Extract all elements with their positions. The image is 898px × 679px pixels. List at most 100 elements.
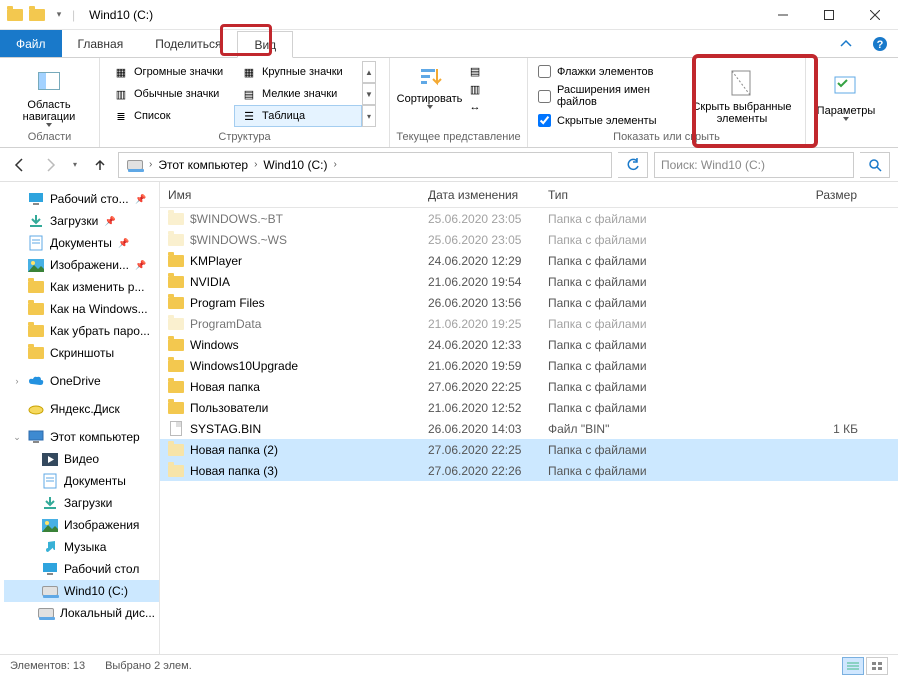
add-columns-button[interactable]: ▥ (467, 81, 521, 97)
file-row[interactable]: Новая папка27.06.2020 22:25Папка с файла… (160, 376, 898, 397)
file-row[interactable]: Program Files26.06.2020 13:56Папка с фай… (160, 292, 898, 313)
options-button[interactable]: Параметры (812, 61, 880, 131)
window-title: Wind10 (C:) (81, 8, 153, 22)
file-row[interactable]: ProgramData21.06.2020 19:25Папка с файла… (160, 313, 898, 334)
pics-icon (28, 257, 44, 273)
checkbox-file-extensions[interactable]: Расширения имен файлов (538, 84, 682, 108)
view-details-toggle[interactable] (842, 657, 864, 675)
fit-columns-icon: ↔ (467, 99, 483, 115)
view-huge-icons[interactable]: ▦Огромные значки (106, 61, 234, 83)
maximize-button[interactable] (806, 0, 852, 30)
tree-item[interactable]: Как на Windows... (4, 298, 159, 320)
tree-onedrive[interactable]: ›OneDrive (4, 370, 159, 392)
sort-button[interactable]: Сортировать (396, 61, 463, 131)
collapse-ribbon-button[interactable] (830, 30, 862, 57)
view-scroll-down[interactable]: ▼ (362, 83, 376, 105)
tree-item[interactable]: Рабочий стол (4, 558, 159, 580)
view-scroll-up[interactable]: ▲ (362, 61, 376, 83)
file-row[interactable]: NVIDIA21.06.2020 19:54Папка с файлами (160, 271, 898, 292)
quickaccess-dropdown-icon[interactable]: ▾ (50, 6, 68, 24)
file-row[interactable]: $WINDOWS.~WS25.06.2020 23:05Папка с файл… (160, 229, 898, 250)
checkbox-item-flags[interactable]: Флажки элементов (538, 65, 682, 78)
quickaccess-folder-icon[interactable] (28, 6, 46, 24)
folder-icon (28, 345, 44, 361)
view-table[interactable]: ☰Таблица (234, 105, 362, 127)
tree-item[interactable]: Рабочий сто...📌 (4, 188, 159, 210)
annotation-highlight-hide-selected (692, 54, 818, 148)
column-date[interactable]: Дата изменения (420, 188, 540, 202)
view-large-icons[interactable]: ▦Крупные значки (234, 61, 362, 83)
breadcrumb-drive[interactable]: Wind10 (C:) (259, 157, 331, 173)
history-dropdown[interactable]: ▾ (68, 153, 82, 177)
tree-thispc[interactable]: ⌄Этот компьютер (4, 426, 159, 448)
address-bar[interactable]: › Этот компьютер › Wind10 (C:) › (118, 152, 612, 178)
status-item-count: Элементов: 13 (10, 660, 85, 672)
chevron-down-icon (46, 123, 52, 127)
file-row[interactable]: Новая папка (2)27.06.2020 22:25Папка с ф… (160, 439, 898, 460)
tree-item[interactable]: Как убрать паро... (4, 320, 159, 342)
folder-icon (168, 337, 184, 353)
icons-view-icon: ▦ (241, 64, 257, 80)
view-scroll-more[interactable]: ▾ (362, 105, 376, 127)
tree-item[interactable]: Локальный дис... (4, 602, 159, 624)
view-normal-icons[interactable]: ▥Обычные значки (106, 83, 234, 105)
tree-item[interactable]: Скриншоты (4, 342, 159, 364)
file-row[interactable]: Windows10Upgrade21.06.2020 19:59Папка с … (160, 355, 898, 376)
folder-icon (168, 442, 184, 458)
file-type: Папка с файлами (540, 443, 660, 457)
nav-panel-icon (33, 65, 65, 97)
tree-item[interactable]: Загрузки (4, 492, 159, 514)
tab-home[interactable]: Главная (62, 30, 140, 57)
refresh-button[interactable] (618, 152, 648, 178)
forward-button[interactable] (38, 153, 62, 177)
close-button[interactable] (852, 0, 898, 30)
breadcrumb-thispc[interactable]: Этот компьютер (154, 157, 252, 173)
tree-item[interactable]: Wind10 (C:) (4, 580, 159, 602)
column-size[interactable]: Размер (660, 188, 898, 202)
nav-tree[interactable]: Рабочий сто...📌Загрузки📌Документы📌Изобра… (0, 182, 160, 654)
minimize-button[interactable] (760, 0, 806, 30)
tree-item[interactable]: Изображени...📌 (4, 254, 159, 276)
downloads-icon (42, 495, 58, 511)
tree-yadisk[interactable]: Яндекс.Диск (4, 398, 159, 420)
file-columns-header[interactable]: Имя Дата изменения Тип Размер (160, 182, 898, 208)
file-name: Новая папка (2) (190, 443, 278, 457)
folder-icon (168, 463, 184, 479)
group-button[interactable]: ▤ (467, 63, 521, 79)
file-date: 26.06.2020 13:56 (420, 296, 540, 310)
file-icon (168, 421, 184, 437)
ribbon-group-currentview-label: Текущее представление (396, 131, 521, 145)
nav-panel-button[interactable]: Область навигации (6, 61, 92, 131)
back-button[interactable] (8, 153, 32, 177)
tree-item[interactable]: Музыка (4, 536, 159, 558)
file-row[interactable]: Windows24.06.2020 12:33Папка с файлами (160, 334, 898, 355)
view-small-icons[interactable]: ▤Мелкие значки (234, 83, 362, 105)
tab-file[interactable]: Файл (0, 30, 62, 57)
file-row[interactable]: SYSTAG.BIN26.06.2020 14:03Файл "BIN"1 КБ (160, 418, 898, 439)
file-row[interactable]: $WINDOWS.~BT25.06.2020 23:05Папка с файл… (160, 208, 898, 229)
up-button[interactable] (88, 153, 112, 177)
tree-item[interactable]: Документы📌 (4, 232, 159, 254)
file-row[interactable]: Новая папка (3)27.06.2020 22:26Папка с ф… (160, 460, 898, 481)
tree-item[interactable]: Видео (4, 448, 159, 470)
column-name[interactable]: Имя (160, 188, 420, 202)
tree-item[interactable]: Документы (4, 470, 159, 492)
column-type[interactable]: Тип (540, 188, 660, 202)
search-button[interactable] (860, 152, 890, 178)
tree-item[interactable]: Загрузки📌 (4, 210, 159, 232)
view-icons-toggle[interactable] (866, 657, 888, 675)
tree-item[interactable]: Изображения (4, 514, 159, 536)
status-bar: Элементов: 13 Выбрано 2 элем. (0, 654, 898, 677)
file-row[interactable]: KMPlayer24.06.2020 12:29Папка с файлами (160, 250, 898, 271)
tree-item[interactable]: Как изменить р... (4, 276, 159, 298)
folder-icon (168, 316, 184, 332)
file-name: Program Files (190, 296, 265, 310)
view-list[interactable]: ≣Список (106, 105, 234, 127)
checkbox-hidden-items[interactable]: Скрытые элементы (538, 114, 682, 127)
drive-icon (38, 605, 54, 621)
help-button[interactable]: ? (862, 30, 898, 57)
fit-columns-button[interactable]: ↔ (467, 99, 521, 115)
file-row[interactable]: Пользователи21.06.2020 12:52Папка с файл… (160, 397, 898, 418)
folder-icon (168, 295, 184, 311)
search-input[interactable]: Поиск: Wind10 (C:) (654, 152, 854, 178)
